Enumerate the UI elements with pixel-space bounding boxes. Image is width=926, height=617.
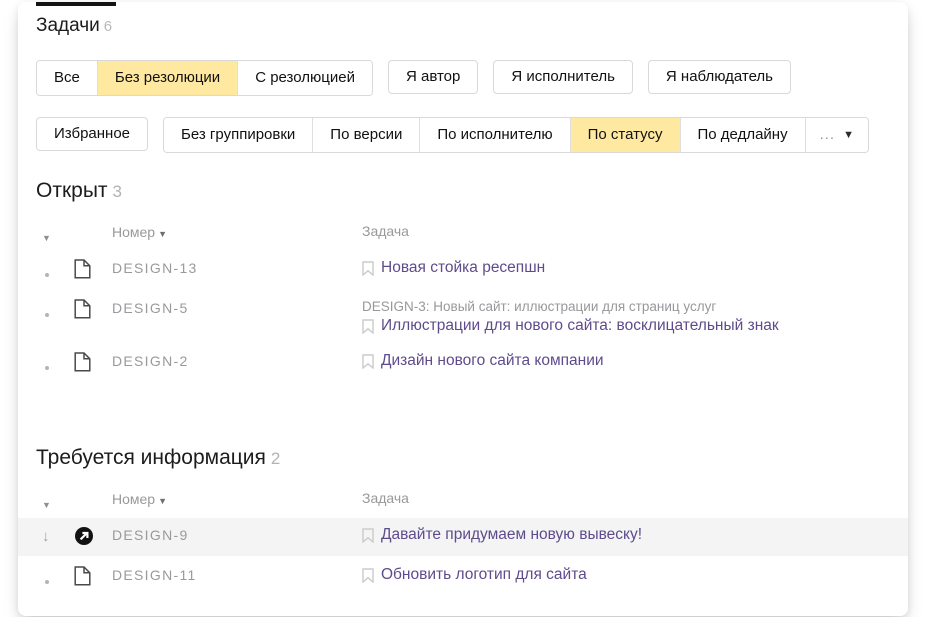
section-open-rows: DESIGN-13 Новая стойка ресепшн DESIGN-5 … bbox=[36, 251, 890, 382]
column-header-task[interactable]: Задача bbox=[362, 489, 890, 506]
status-circle-arrow-icon bbox=[74, 525, 112, 546]
group-by-assignee-button[interactable]: По исполнителю bbox=[419, 118, 569, 152]
priority-dot-icon bbox=[45, 366, 49, 370]
more-groupings-button[interactable]: ... ▼ bbox=[805, 118, 868, 152]
resolution-filter-row: Все Без резолюции С резолюцией Я автор Я… bbox=[36, 60, 890, 96]
parent-task-label: DESIGN-3: Новый сайт: иллюстрации для ст… bbox=[362, 299, 890, 314]
filter-all-button[interactable]: Все bbox=[37, 61, 97, 95]
column-header-number[interactable]: Номер▼ bbox=[112, 222, 362, 240]
group-by-status-button[interactable]: По статусу bbox=[570, 118, 680, 152]
filter-i-am-author-button[interactable]: Я автор bbox=[388, 60, 478, 94]
section-title-text: Открыт bbox=[36, 179, 108, 202]
table-header: ▼ Номер▼ Задача bbox=[36, 217, 890, 249]
priority-dot-icon bbox=[45, 273, 49, 277]
filter-i-am-watcher-button[interactable]: Я наблюдатель bbox=[648, 60, 791, 94]
task-type-icon bbox=[74, 565, 112, 586]
column-header-task[interactable]: Задача bbox=[362, 222, 890, 239]
ellipsis-icon: ... bbox=[820, 119, 836, 151]
page-title-count: 6 bbox=[104, 18, 112, 35]
section-info-rows: ↓ DESIGN-9 Давайте придумаем новую вывес… bbox=[36, 518, 890, 596]
arrow-down-icon: ↓ bbox=[42, 528, 50, 545]
group-none-button[interactable]: Без группировки bbox=[164, 118, 312, 152]
task-key[interactable]: DESIGN-9 bbox=[112, 525, 362, 543]
task-link[interactable]: Дизайн нового сайта компании bbox=[381, 352, 604, 370]
task-row-design-13[interactable]: DESIGN-13 Новая стойка ресепшн bbox=[36, 251, 890, 289]
bookmark-icon[interactable] bbox=[362, 568, 374, 583]
bookmark-icon[interactable] bbox=[362, 528, 374, 543]
sort-order-icon[interactable]: ▼ bbox=[42, 500, 51, 510]
task-row-design-9[interactable]: ↓ DESIGN-9 Давайте придумаем новую вывес… bbox=[18, 518, 908, 556]
bookmark-icon[interactable] bbox=[362, 261, 374, 276]
task-link[interactable]: Новая стойка ресепшн bbox=[381, 259, 545, 277]
task-type-icon bbox=[74, 298, 112, 319]
task-link[interactable]: Давайте придумаем новую вывеску! bbox=[381, 526, 642, 544]
page-title-text: Задачи bbox=[36, 15, 100, 36]
section-count: 2 bbox=[271, 449, 280, 468]
priority-dot-icon bbox=[45, 580, 49, 584]
section-open: Открыт 3 ▼ Номер▼ Задача DESIGN-13 Новая … bbox=[36, 179, 890, 382]
task-key[interactable]: DESIGN-5 bbox=[112, 298, 362, 316]
column-header-number[interactable]: Номер▼ bbox=[112, 489, 362, 507]
active-tab-indicator bbox=[36, 2, 116, 6]
section-info-required: Требуется информация 2 ▼ Номер▼ Задача ↓ … bbox=[36, 446, 890, 596]
task-row-design-5[interactable]: DESIGN-5 DESIGN-3: Новый сайт: иллюстрац… bbox=[36, 291, 890, 342]
sort-desc-icon: ▼ bbox=[158, 229, 167, 239]
task-link[interactable]: Обновить логотип для сайта bbox=[381, 566, 587, 584]
task-row-design-2[interactable]: DESIGN-2 Дизайн нового сайта компании bbox=[36, 344, 890, 382]
task-link[interactable]: Иллюстрации для нового сайта: восклицате… bbox=[381, 317, 779, 335]
section-title-text: Требуется информация bbox=[36, 446, 266, 469]
filter-no-resolution-button[interactable]: Без резолюции bbox=[97, 61, 237, 95]
favorites-button[interactable]: Избранное bbox=[36, 117, 148, 151]
group-by-deadline-button[interactable]: По дедлайну bbox=[680, 118, 805, 152]
task-type-icon bbox=[74, 258, 112, 279]
grouping-filter-group: Без группировки По версии По исполнителю… bbox=[163, 117, 869, 153]
chevron-down-icon: ▼ bbox=[843, 119, 854, 151]
group-by-version-button[interactable]: По версии bbox=[312, 118, 419, 152]
task-row-design-11[interactable]: DESIGN-11 Обновить логотип для сайта bbox=[36, 558, 890, 596]
task-type-icon bbox=[74, 351, 112, 372]
table-header: ▼ Номер▼ Задача bbox=[36, 484, 890, 516]
section-open-title: Открыт 3 bbox=[36, 179, 890, 203]
section-info-title: Требуется информация 2 bbox=[36, 446, 890, 470]
filter-with-resolution-button[interactable]: С резолюцией bbox=[237, 61, 372, 95]
resolution-filter-group: Все Без резолюции С резолюцией bbox=[36, 60, 373, 96]
section-count: 3 bbox=[113, 182, 122, 201]
issues-panel: Задачи6 Все Без резолюции С резолюцией Я… bbox=[18, 2, 908, 616]
filter-i-am-assignee-button[interactable]: Я исполнитель bbox=[493, 60, 633, 94]
grouping-filter-row: Избранное Без группировки По версии По и… bbox=[36, 117, 890, 153]
page-title: Задачи6 bbox=[36, 15, 890, 37]
sort-desc-icon: ▼ bbox=[158, 496, 167, 506]
priority-dot-icon bbox=[45, 313, 49, 317]
task-key[interactable]: DESIGN-13 bbox=[112, 258, 362, 276]
task-key[interactable]: DESIGN-2 bbox=[112, 351, 362, 369]
bookmark-icon[interactable] bbox=[362, 319, 374, 334]
bookmark-icon[interactable] bbox=[362, 354, 374, 369]
task-key[interactable]: DESIGN-11 bbox=[112, 565, 362, 583]
sort-order-icon[interactable]: ▼ bbox=[42, 233, 51, 243]
